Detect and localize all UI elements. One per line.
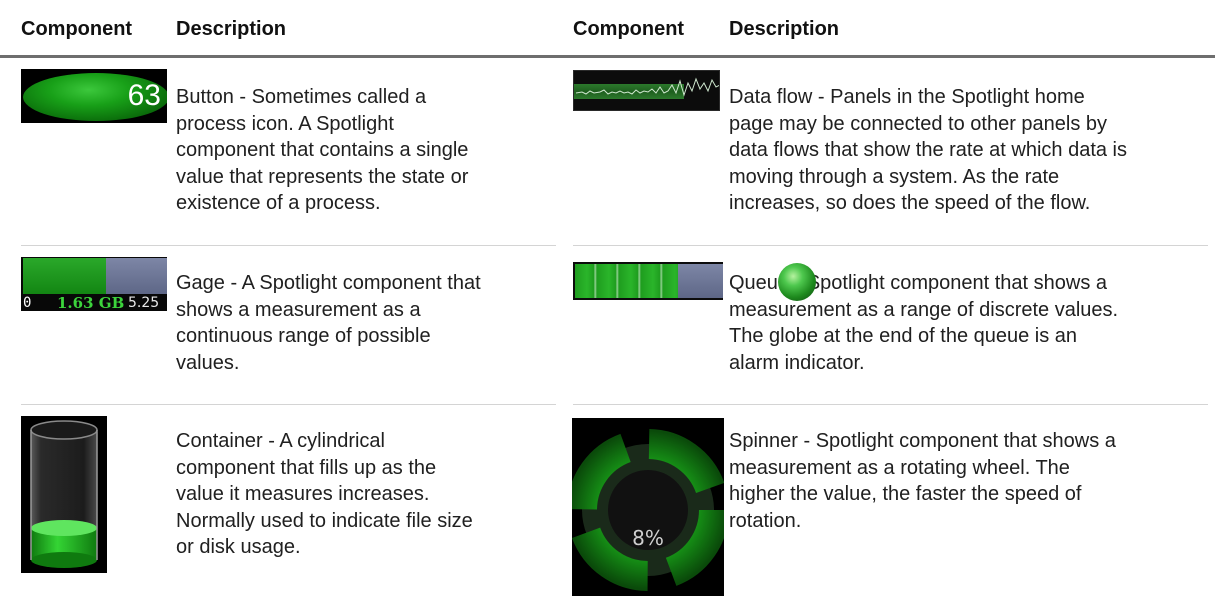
spinner-value: 8% — [632, 526, 664, 550]
description-line: component that contains a single — [176, 139, 469, 161]
description-line: component that fills up as the — [176, 456, 437, 479]
alarm-globe-icon — [778, 263, 816, 301]
description-line: Gage - A Spotlight component that — [176, 272, 481, 294]
queue-component-image — [573, 262, 723, 300]
description-line: The globe at the end of the queue is an — [729, 325, 1078, 347]
description-line: process icon. A Spotlight — [176, 112, 394, 135]
button-description: Button - Sometimes called a process icon… — [176, 84, 556, 217]
queue-fill — [575, 264, 678, 298]
spinner-component-image: 8% — [572, 418, 724, 596]
description-line: Data flow - Panels in the Spotlight home — [729, 86, 1085, 108]
queue-remaining — [678, 264, 723, 298]
description-line: alarm indicator. — [729, 351, 865, 374]
gage-min-label: 0 — [23, 295, 32, 311]
data-flow-description: Data flow - Panels in the Spotlight home… — [729, 84, 1215, 217]
description-line: Button - Sometimes called a — [176, 86, 427, 108]
row-divider — [573, 404, 1208, 405]
description-line: page may be connected to other panels by — [729, 112, 1108, 135]
container-component-image — [21, 416, 107, 573]
description-line: rotation. — [729, 509, 802, 532]
description-line: continuous range of possible — [176, 325, 431, 347]
description-line: measurement as a rotating wheel. The — [729, 456, 1070, 479]
description-line: data flows that show the rate at which d… — [729, 139, 1127, 161]
spinner-description: Spinner - Spotlight component that shows… — [729, 428, 1215, 534]
spinner-wheel-icon — [572, 429, 724, 591]
description-line: existence of a process. — [176, 192, 381, 214]
row-divider — [573, 245, 1208, 246]
button-component-image: 63 — [21, 69, 167, 123]
gage-max-label: 5.25 GB — [128, 295, 160, 311]
data-flow-waveform-icon — [574, 71, 719, 110]
table-header: Component Description Component Descript… — [0, 0, 1215, 58]
description-line: value that represents the state or — [176, 165, 469, 188]
cylinder-icon — [30, 420, 98, 568]
gage-description: Gage - A Spotlight component that shows … — [176, 270, 556, 376]
gage-current-label: 1.63 GB — [57, 294, 125, 311]
description-line: moving through a system. As the rate — [729, 165, 1060, 188]
row-divider — [21, 245, 556, 246]
column-header-component-left: Component — [21, 18, 133, 40]
description-line: values. — [176, 351, 240, 374]
description-line: Container - A cylindrical — [176, 430, 385, 452]
data-flow-component-image — [573, 70, 720, 111]
row-divider — [21, 404, 556, 405]
container-description: Container - A cylindrical component that… — [176, 428, 556, 561]
description-line: Normally used to indicate file size — [176, 509, 473, 532]
description-line: value it measures increases. — [176, 483, 430, 505]
gage-fill — [23, 258, 106, 294]
column-header-description-right: Description — [729, 18, 840, 40]
gage-component-image: 0 1.63 GB 5.25 GB — [21, 257, 167, 311]
description-line: Spinner - Spotlight component that shows… — [729, 430, 1116, 452]
description-line: increases, so does the speed of the flow… — [729, 192, 1091, 214]
button-value: 63 — [127, 79, 161, 112]
description-line: higher the value, the faster the speed o… — [729, 483, 1082, 505]
column-header-component-right: Component — [573, 18, 685, 40]
description-line: or disk usage. — [176, 536, 301, 558]
gage-remaining — [106, 258, 167, 294]
description-line: shows a measurement as a — [176, 298, 421, 321]
description-line: measurement as a range of discrete value… — [729, 298, 1119, 321]
column-header-description-left: Description — [176, 18, 287, 40]
